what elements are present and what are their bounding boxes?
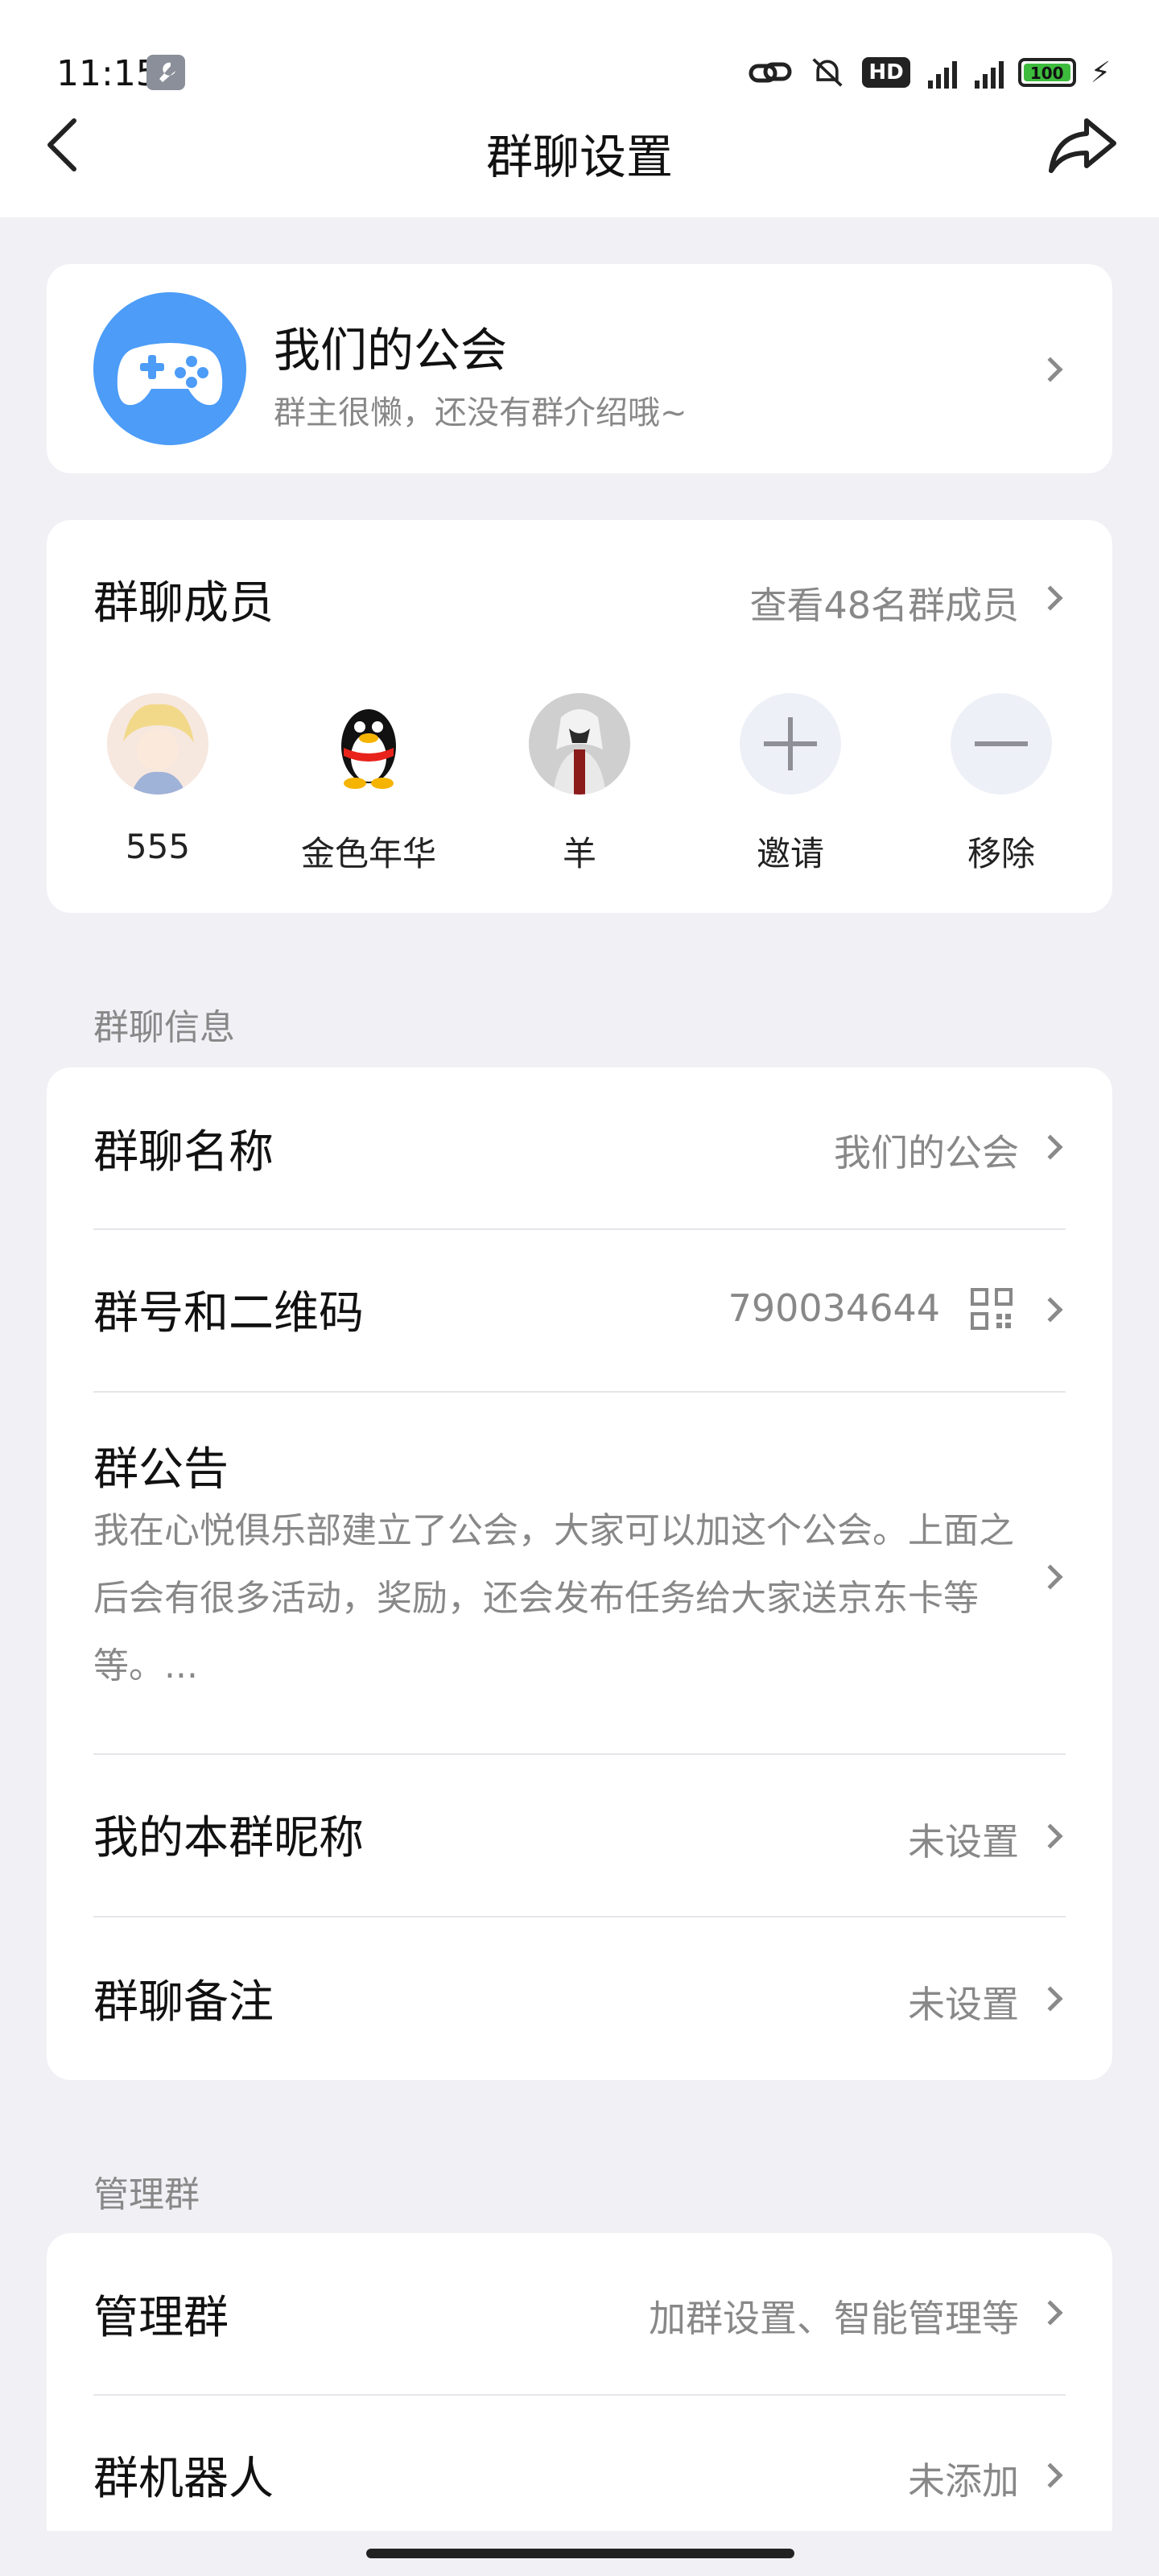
group-robot-title: 群机器人 — [93, 2453, 274, 2505]
group-remark-row[interactable]: 群聊备注 未设置 — [47, 1918, 1112, 2079]
view-all-members-link[interactable]: 查看48名群成员 — [749, 576, 1019, 630]
link-icon — [749, 62, 792, 83]
member-item[interactable]: 555 — [69, 693, 246, 866]
invite-button[interactable]: 邀请 — [702, 693, 879, 876]
member-item[interactable]: 羊 — [491, 693, 668, 876]
charging-icon: ⚡ — [1090, 56, 1111, 89]
group-description: 群主很懒，还没有群介绍哦~ — [274, 394, 687, 431]
manage-group-row[interactable]: 管理群 加群设置、智能管理等 — [47, 2233, 1112, 2394]
group-name-row[interactable]: 群聊名称 我们的公会 — [47, 1067, 1112, 1228]
my-nickname-row[interactable]: 我的本群昵称 未设置 — [47, 1755, 1112, 1916]
group-id-row[interactable]: 群号和二维码 790034644 — [47, 1230, 1112, 1391]
group-notice-text: 我在心悦俱乐部建立了公会，大家可以加这个公会。上面之后会有很多活动，奖励，还会发… — [93, 1510, 1014, 1686]
group-robot-value: 未添加 — [908, 2459, 1019, 2503]
member-name: 羊 — [562, 834, 596, 873]
section-label-manage: 管理群 — [93, 2174, 200, 2215]
group-name-value: 我们的公会 — [834, 1131, 1019, 1174]
avatar — [529, 693, 630, 795]
chevron-right-icon — [1037, 2462, 1063, 2488]
signal-icon-2 — [971, 56, 1004, 89]
member-name: 555 — [125, 827, 191, 866]
invite-label: 邀请 — [756, 834, 824, 873]
signal-icon-1 — [925, 56, 957, 89]
chevron-right-icon — [1037, 1823, 1063, 1849]
group-id-value: 790034644 — [728, 1286, 940, 1330]
share-icon — [1049, 118, 1116, 173]
my-nickname-title: 我的本群昵称 — [93, 1812, 364, 1864]
status-icons: HD 100 ⚡ — [748, 53, 1111, 92]
chevron-right-icon — [1037, 1134, 1063, 1160]
group-info-card: 群聊名称 我们的公会 群号和二维码 790034644 群公告 我在心悦俱乐部建… — [47, 1067, 1112, 2080]
group-id-title: 群号和二维码 — [93, 1287, 364, 1340]
invite-icon — [740, 693, 841, 795]
group-avatar — [93, 292, 246, 445]
my-nickname-value: 未设置 — [908, 1820, 1019, 1864]
battery-level: 100 — [1023, 64, 1070, 83]
group-notice-title: 群公告 — [93, 1443, 229, 1496]
home-indicator[interactable] — [366, 2549, 794, 2558]
page-title: 群聊设置 — [485, 130, 673, 184]
chevron-right-icon — [1037, 1297, 1063, 1323]
chevron-right-icon — [1037, 357, 1063, 382]
share-button[interactable] — [1046, 113, 1119, 180]
wrench-icon — [146, 55, 185, 90]
group-remark-title: 群聊备注 — [93, 1976, 274, 2029]
chevron-right-icon — [1037, 2300, 1063, 2326]
group-name: 我们的公会 — [274, 323, 508, 378]
remove-icon — [951, 693, 1052, 795]
chevron-right-icon — [1037, 1986, 1063, 2012]
manage-card: 管理群 加群设置、智能管理等 群机器人 未添加 — [47, 2233, 1112, 2571]
group-notice-row[interactable]: 群公告 我在心悦俱乐部建立了公会，大家可以加这个公会。上面之后会有很多活动，奖励… — [47, 1393, 1112, 1755]
section-label-info: 群聊信息 — [93, 1007, 235, 1048]
members-title: 群聊成员 — [93, 577, 274, 630]
member-name: 金色年华 — [300, 834, 436, 873]
chevron-right-icon — [1037, 585, 1063, 611]
mute-bell-icon — [812, 58, 843, 87]
remove-label: 移除 — [967, 834, 1035, 873]
status-bar: 11:15 HD 100 ⚡ — [0, 0, 1159, 121]
battery-icon: 100 — [1017, 58, 1076, 87]
group-header-card[interactable]: 我们的公会 群主很懒，还没有群介绍哦~ — [47, 264, 1112, 473]
group-remark-value: 未设置 — [908, 1983, 1019, 2026]
chevron-right-icon — [1037, 1564, 1063, 1590]
group-name-title: 群聊名称 — [93, 1126, 274, 1179]
qr-code-icon — [971, 1288, 1013, 1333]
member-item[interactable]: 金色年华 — [280, 693, 457, 876]
avatar — [107, 693, 208, 795]
penguin-icon — [341, 709, 396, 789]
members-card: 群聊成员 查看48名群成员 555 金色年华 羊 邀请 移除 — [47, 520, 1112, 913]
gamepad-icon — [117, 343, 223, 406]
manage-group-value: 加群设置、智能管理等 — [649, 2297, 1019, 2340]
manage-group-title: 管理群 — [93, 2292, 229, 2344]
hd-badge: HD — [862, 57, 910, 88]
status-time: 11:15 — [56, 53, 159, 94]
remove-button[interactable]: 移除 — [913, 693, 1090, 876]
avatar — [318, 693, 419, 795]
